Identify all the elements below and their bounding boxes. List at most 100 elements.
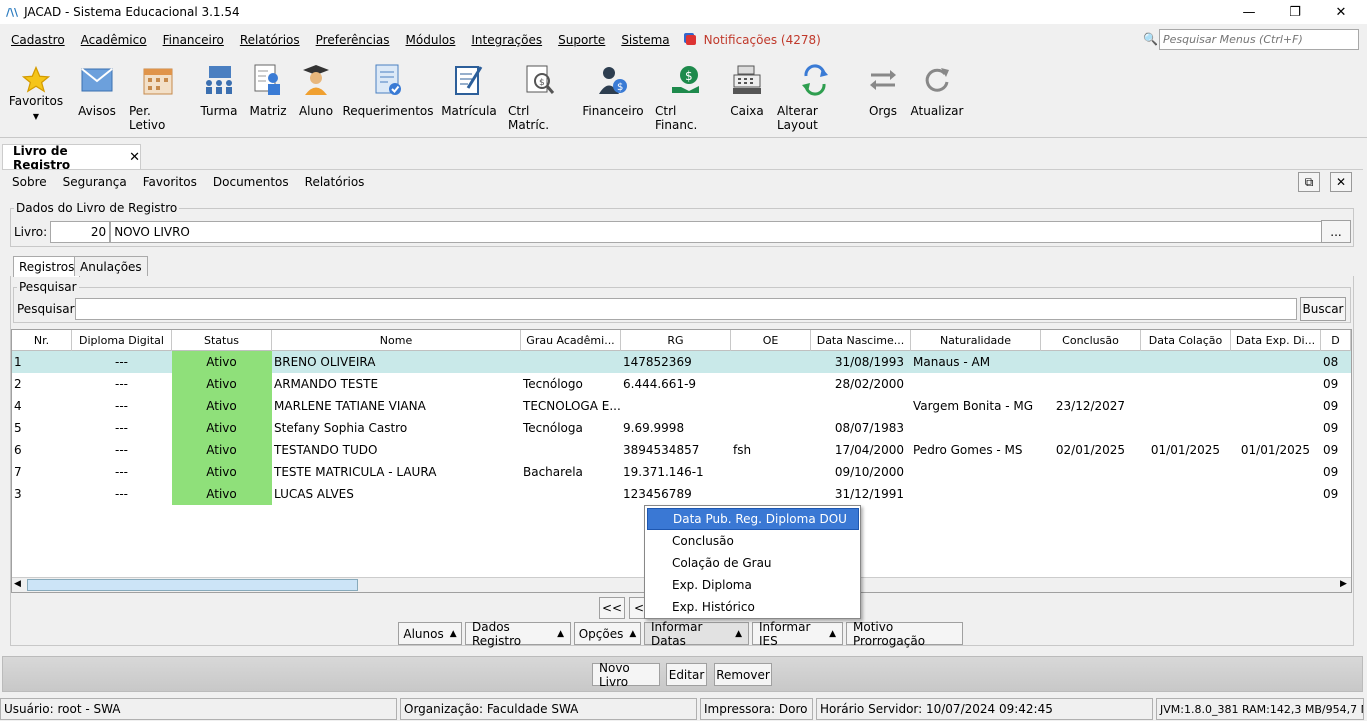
menu-preferencias[interactable]: Preferências xyxy=(316,33,390,47)
cell-status: Ativo xyxy=(172,461,272,483)
toolbar-matricula[interactable]: Matrícula xyxy=(441,62,497,118)
header-col-grau[interactable]: Grau Acadêmi... xyxy=(521,330,621,351)
livro-name-field[interactable] xyxy=(110,221,1326,243)
remover-button[interactable]: Remover xyxy=(714,663,772,686)
novo-livro-button[interactable]: Novo Livro xyxy=(592,661,660,689)
toolbar-orgs[interactable]: Orgs xyxy=(866,62,900,118)
toolbar-ctrl-financ[interactable]: $ Ctrl Financ. xyxy=(655,62,717,132)
minimize-button[interactable]: — xyxy=(1226,0,1272,24)
popup-item-exp-historico[interactable]: Exp. Histórico xyxy=(647,596,859,618)
popup-item-data-pub-dou[interactable]: Data Pub. Reg. Diploma DOU xyxy=(647,508,859,530)
livro-label: Livro: xyxy=(14,225,48,239)
pager-first-button[interactable]: << xyxy=(599,597,625,619)
cell-naturalidade xyxy=(911,373,1041,395)
popup-item-conclusao[interactable]: Conclusão xyxy=(647,530,859,552)
menu-relatorios[interactable]: Relatórios xyxy=(240,33,300,47)
tab-registros[interactable]: Registros xyxy=(13,256,81,277)
toolbar-ctrl-matric[interactable]: $ Ctrl Matríc. xyxy=(508,62,572,132)
close-icon[interactable]: ✕ xyxy=(129,150,140,165)
submenu-relatorios[interactable]: Relatórios xyxy=(305,175,365,189)
table-row[interactable]: 5 --- Ativo Stefany Sophia Castro Tecnóloga 9… xyxy=(12,417,1351,439)
restore-button[interactable]: ❐ xyxy=(1272,0,1318,24)
header-col-data-exp[interactable]: Data Exp. Di... xyxy=(1231,330,1321,351)
popup-item-exp-diploma[interactable]: Exp. Diploma xyxy=(647,574,859,596)
informar-ies-button[interactable]: Informar IES ▲ xyxy=(752,620,843,648)
close-panel-button[interactable]: ✕ xyxy=(1330,172,1352,192)
popup-item-colacao-grau[interactable]: Colação de Grau xyxy=(647,552,859,574)
table-row[interactable]: 4 --- Ativo MARLENE TATIANE VIANA TECNOLOGA … xyxy=(12,395,1351,417)
header-col-rg[interactable]: RG xyxy=(621,330,731,351)
toolbar-avisos[interactable]: Avisos xyxy=(78,62,116,118)
header-col-conclusao[interactable]: Conclusão xyxy=(1041,330,1141,351)
toolbar-financeiro[interactable]: $ Financeiro xyxy=(582,62,644,118)
dados-registro-button[interactable]: Dados Registro ▲ xyxy=(465,620,571,648)
submenu-documentos[interactable]: Documentos xyxy=(213,175,289,189)
header-col-d[interactable]: D xyxy=(1321,330,1351,351)
submenu-sobre[interactable]: Sobre xyxy=(12,175,47,189)
cell-data-colacao xyxy=(1141,483,1231,505)
header-col-nr[interactable]: Nr. xyxy=(12,330,72,351)
toolbar-caixa[interactable]: Caixa xyxy=(730,62,764,118)
cell-conclusao xyxy=(1041,483,1141,505)
toolbar-requerimentos[interactable]: Requerimentos xyxy=(342,62,434,118)
toolbar-atualizar[interactable]: Atualizar xyxy=(911,62,963,118)
toolbar-alterar-layout[interactable]: Alterar Layout xyxy=(777,62,853,132)
table-row[interactable]: 6 --- Ativo TESTANDO TUDO 3894534857 fsh 17/04… xyxy=(12,439,1351,461)
editar-button[interactable]: Editar xyxy=(666,663,707,686)
app-logo-icon: /\\ xyxy=(6,5,19,19)
button-label: Alunos xyxy=(403,626,444,641)
toolbar-matriz[interactable]: Matriz xyxy=(250,62,287,118)
table-row[interactable]: 1 --- Ativo BRENO OLIVEIRA 147852369 31/08/19… xyxy=(12,351,1351,373)
toolbar-aluno[interactable]: Aluno xyxy=(298,62,334,118)
toolbar-label: Aluno xyxy=(298,104,334,118)
cell-diploma-digital: --- xyxy=(115,421,128,435)
header-col-status[interactable]: Status xyxy=(172,330,272,351)
toolbar-favoritos[interactable]: Favoritos ▼ xyxy=(9,62,63,121)
tab-label: Livro de Registro xyxy=(13,143,71,172)
buscar-button[interactable]: Buscar xyxy=(1300,297,1346,321)
menu-financeiro[interactable]: Financeiro xyxy=(163,33,224,47)
header-col-diploma-digital[interactable]: Diploma Digital xyxy=(72,330,172,351)
table-row[interactable]: 2 --- Ativo ARMANDO TESTE Tecnólogo 6.444.661… xyxy=(12,373,1351,395)
close-window-button[interactable]: ✕ xyxy=(1318,0,1364,24)
status-server-time: Horário Servidor: 10/07/2024 09:42:45 xyxy=(816,698,1153,720)
toolbar-turma[interactable]: Turma xyxy=(200,62,238,118)
menu-academico[interactable]: Acadêmico xyxy=(81,33,147,47)
menu-search-input[interactable] xyxy=(1159,28,1359,50)
submenu-seguranca[interactable]: Segurança xyxy=(63,175,127,189)
menu-cadastro[interactable]: Cadastro xyxy=(11,33,65,47)
header-col-naturalidade[interactable]: Naturalidade xyxy=(911,330,1041,351)
cell-status: Ativo xyxy=(172,373,272,395)
toolbar-per-letivo[interactable]: Per. Letivo xyxy=(129,62,187,132)
menu-modulos[interactable]: Módulos xyxy=(406,33,456,47)
toolbar: Favoritos ▼ Avisos Per. Letivo Turma Mat… xyxy=(0,54,1367,138)
menu-integracoes[interactable]: Integrações xyxy=(471,33,542,47)
cell-rg: 3894534857 xyxy=(623,443,700,457)
scroll-right-icon[interactable]: ▶ xyxy=(1340,579,1347,589)
scroll-thumb[interactable] xyxy=(27,579,358,591)
tab-livro-de-registro[interactable]: Livro de Registro ✕ xyxy=(2,143,141,172)
chevron-up-icon: ▲ xyxy=(629,628,637,639)
table-row[interactable]: 7 --- Ativo TESTE MATRICULA - LAURA Bacharel… xyxy=(12,461,1351,483)
opcoes-button[interactable]: Opções ▲ xyxy=(574,622,641,645)
header-col-data-colacao[interactable]: Data Colação xyxy=(1141,330,1231,351)
scroll-left-icon[interactable]: ◀ xyxy=(14,579,21,589)
table-row[interactable]: 3 --- Ativo LUCAS ALVES 123456789 31/12/1991 0… xyxy=(12,483,1351,505)
informar-datas-button[interactable]: Informar Datas ▲ xyxy=(644,620,749,648)
notifications-link[interactable]: Notificações (4278) xyxy=(685,33,821,47)
header-col-oe[interactable]: OE xyxy=(731,330,811,351)
menu-sistema[interactable]: Sistema xyxy=(621,33,669,47)
header-col-nome[interactable]: Nome xyxy=(272,330,521,351)
cell-data-exp xyxy=(1231,373,1321,395)
livro-number-field[interactable] xyxy=(50,221,111,243)
livro-browse-button[interactable]: ... xyxy=(1321,220,1351,243)
alunos-button[interactable]: Alunos ▲ xyxy=(398,622,462,645)
submenu-favoritos[interactable]: Favoritos xyxy=(143,175,197,189)
motivo-prorrogacao-button[interactable]: Motivo Prorrogação xyxy=(846,620,963,648)
cell-diploma-digital: --- xyxy=(115,399,128,413)
detach-window-button[interactable]: ⧉ xyxy=(1298,172,1320,192)
tab-anulacoes[interactable]: Anulações xyxy=(74,256,148,276)
header-col-data-nascimento[interactable]: Data Nascime... xyxy=(811,330,911,351)
pesquisa-input[interactable] xyxy=(75,298,1297,320)
menu-suporte[interactable]: Suporte xyxy=(558,33,605,47)
